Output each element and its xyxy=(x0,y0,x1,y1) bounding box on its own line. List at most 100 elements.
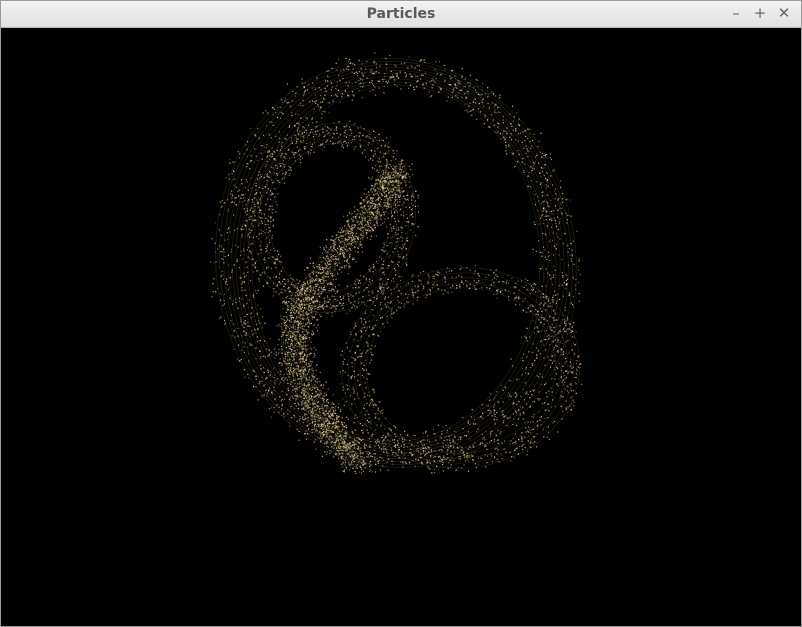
maximize-button[interactable]: + xyxy=(751,4,769,22)
particle xyxy=(234,197,236,199)
particle xyxy=(552,170,554,172)
particle xyxy=(250,252,252,254)
particle xyxy=(232,303,234,305)
particle xyxy=(393,425,395,427)
particle xyxy=(354,210,356,213)
particle xyxy=(276,174,279,176)
particle xyxy=(256,178,259,180)
particle xyxy=(326,427,328,429)
particle xyxy=(556,216,559,218)
particle xyxy=(356,440,358,442)
particle xyxy=(275,112,277,114)
particle xyxy=(420,453,422,455)
particle xyxy=(359,356,361,358)
particle xyxy=(526,148,528,150)
particle xyxy=(523,443,525,446)
particle xyxy=(267,236,269,238)
particle xyxy=(374,460,377,462)
particle xyxy=(364,359,366,361)
particle xyxy=(302,356,304,358)
close-button[interactable]: ✕ xyxy=(775,4,793,22)
particle xyxy=(305,336,307,338)
particle xyxy=(425,296,427,299)
particle xyxy=(557,341,559,343)
particle xyxy=(284,330,286,332)
particle xyxy=(383,449,385,451)
particle xyxy=(371,73,373,75)
particle xyxy=(300,315,302,317)
particle xyxy=(463,451,465,453)
particle xyxy=(280,99,283,101)
particle xyxy=(267,220,269,222)
particle xyxy=(215,261,217,263)
particle xyxy=(222,251,224,253)
particle xyxy=(389,171,391,173)
particle xyxy=(562,396,564,398)
particle xyxy=(308,369,310,372)
particle xyxy=(230,248,232,250)
particle xyxy=(405,248,407,250)
particle xyxy=(305,408,307,410)
particle xyxy=(241,324,244,326)
particle xyxy=(387,278,389,280)
minimize-button[interactable]: – xyxy=(727,4,745,22)
particle xyxy=(351,229,353,231)
particle xyxy=(383,451,385,453)
particle xyxy=(336,418,338,420)
particle xyxy=(411,444,413,446)
particle xyxy=(526,356,528,358)
particle xyxy=(385,211,387,213)
particle-cloud xyxy=(1,28,801,626)
particle xyxy=(388,434,390,436)
particle xyxy=(379,188,381,190)
title-bar[interactable]: Particles – + ✕ xyxy=(1,1,801,28)
particle xyxy=(294,388,296,390)
particle xyxy=(377,409,379,411)
particle xyxy=(272,219,275,221)
particle xyxy=(390,428,392,430)
particle xyxy=(436,465,438,467)
particle xyxy=(359,450,361,452)
particle xyxy=(464,78,466,80)
particle xyxy=(391,230,393,232)
particle xyxy=(365,136,367,138)
particle xyxy=(325,392,327,394)
particle xyxy=(370,211,372,213)
particle xyxy=(495,434,497,436)
particle xyxy=(387,432,389,434)
particle xyxy=(387,237,389,239)
particle xyxy=(342,77,344,80)
particle xyxy=(217,248,219,250)
particle xyxy=(529,446,531,448)
particle xyxy=(333,129,336,131)
particle xyxy=(351,224,353,226)
particle xyxy=(265,173,267,176)
particle xyxy=(553,274,555,276)
particle xyxy=(429,81,431,83)
particle xyxy=(515,139,517,141)
particle xyxy=(374,86,376,88)
particle xyxy=(570,387,572,389)
particle xyxy=(441,450,443,452)
particle xyxy=(566,199,568,201)
particle xyxy=(567,411,569,413)
particle xyxy=(375,189,377,192)
particle xyxy=(373,266,375,268)
particle xyxy=(410,199,413,201)
particle xyxy=(349,454,351,456)
particle xyxy=(366,425,368,427)
particle xyxy=(388,175,390,177)
particle xyxy=(264,384,266,386)
particle xyxy=(374,137,376,139)
particle xyxy=(412,294,414,296)
particle xyxy=(378,446,381,448)
particle xyxy=(366,202,369,204)
particle xyxy=(320,315,322,318)
particle xyxy=(549,157,551,159)
render-viewport[interactable] xyxy=(1,28,801,626)
particle xyxy=(316,277,318,279)
particle xyxy=(448,435,450,437)
particle xyxy=(265,389,267,391)
particle xyxy=(261,327,263,329)
particle xyxy=(268,215,270,217)
